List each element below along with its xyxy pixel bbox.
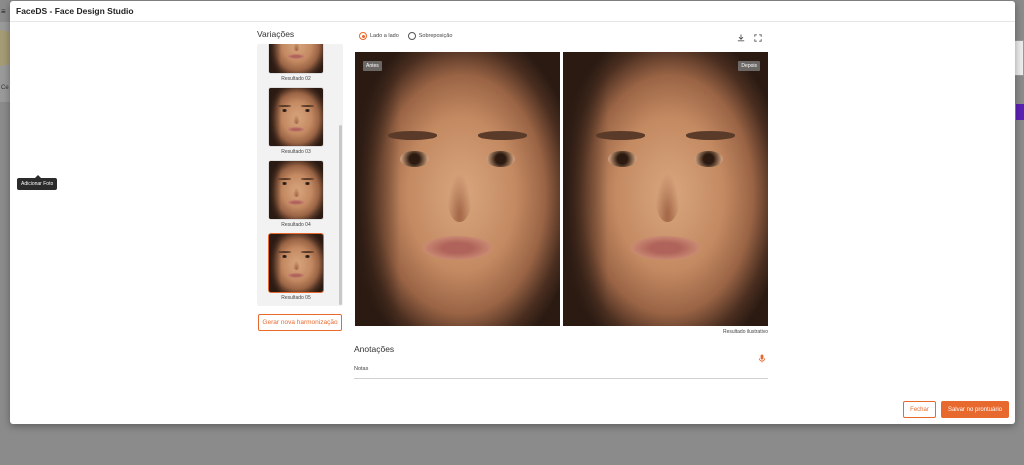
mode-overlay[interactable]: Sobreposição	[407, 32, 453, 40]
variation-item[interactable]: Resultado 02	[268, 44, 324, 82]
variation-thumbnail[interactable]	[268, 87, 324, 147]
background-menu-icon: ≡	[1, 7, 6, 16]
radio-overlay[interactable]	[407, 32, 416, 40]
variations-scrollbar[interactable]	[339, 125, 342, 305]
generate-harmonization-button[interactable]: Gerar nova harmonização	[258, 314, 342, 331]
notes-label: Notas	[354, 366, 369, 372]
variation-label: Resultado 05	[281, 295, 311, 301]
after-badge: Depois	[738, 61, 760, 71]
variation-thumbnail[interactable]	[268, 160, 324, 220]
variations-list[interactable]: Resultado 02 Resultado 03 Resultado 04 R…	[257, 44, 343, 306]
variations-title: Variações	[257, 29, 295, 39]
download-icon[interactable]	[736, 33, 746, 43]
before-badge: Antes	[363, 61, 382, 71]
variation-item-selected[interactable]: Resultado 05	[268, 233, 324, 301]
illustrative-caption: Resultado ilustrativo	[722, 329, 768, 335]
variation-thumbnail[interactable]	[268, 233, 324, 293]
variation-thumbnail[interactable]	[268, 44, 324, 74]
modal-title: FaceDS - Face Design Studio	[16, 6, 134, 16]
microphone-icon[interactable]	[757, 353, 767, 363]
compare-mode-group: Lado a lado Sobreposição	[359, 32, 457, 40]
radio-side-by-side[interactable]	[359, 32, 367, 40]
modal-header: FaceDS - Face Design Studio	[10, 1, 1015, 22]
save-to-record-button[interactable]: Salvar no prontuário	[941, 401, 1009, 418]
close-button[interactable]: Fechar	[903, 401, 936, 418]
variation-label: Resultado 04	[281, 222, 311, 228]
variation-label: Resultado 03	[281, 149, 311, 155]
after-image: Depois	[563, 52, 768, 326]
background-purple-button	[1016, 104, 1024, 120]
mode-overlay-label: Sobreposição	[418, 33, 453, 39]
annotations-title: Anotações	[354, 344, 395, 354]
mode-side-by-side[interactable]: Lado a lado	[359, 32, 399, 40]
variation-label: Resultado 02	[281, 76, 311, 82]
before-image: Antes	[355, 52, 560, 326]
notes-input[interactable]	[354, 378, 768, 379]
face-design-studio-modal: FaceDS - Face Design Studio Variações Re…	[10, 1, 1015, 424]
add-photo-tooltip: Adicionar Foto	[17, 175, 58, 190]
background-text-fragment: Ce	[1, 85, 9, 91]
variation-item[interactable]: Resultado 03	[268, 87, 324, 155]
mode-side-by-side-label: Lado a lado	[370, 33, 399, 39]
variation-item[interactable]: Resultado 04	[268, 160, 324, 228]
fullscreen-icon[interactable]	[753, 33, 763, 43]
